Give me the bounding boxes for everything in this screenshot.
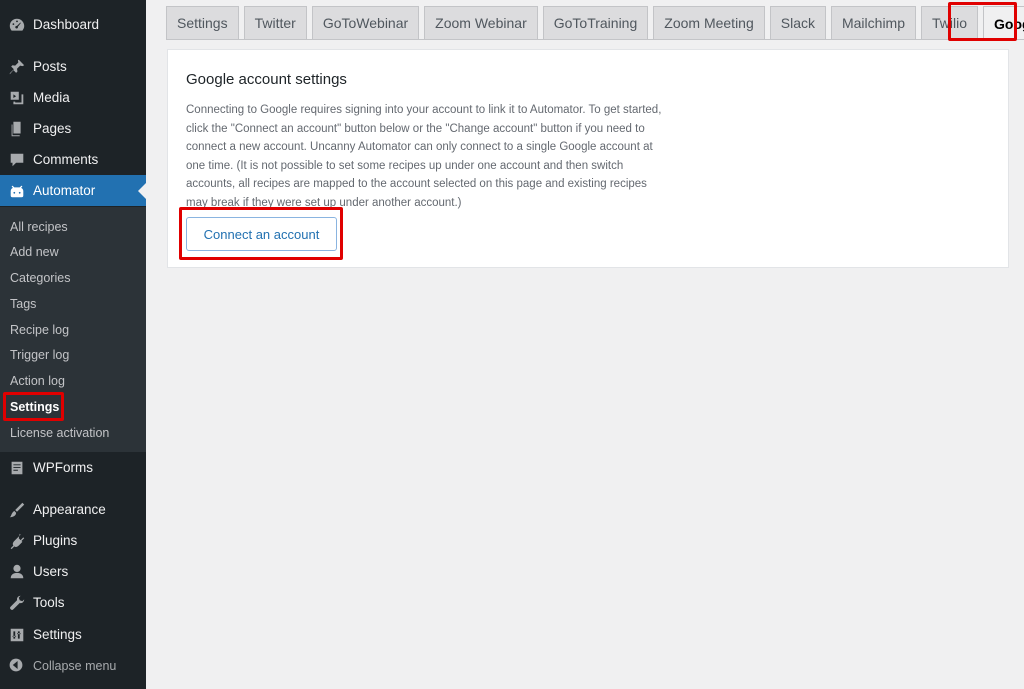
submenu-item-all-recipes[interactable]: All recipes xyxy=(10,220,68,234)
card-description: Connecting to Google requires signing in… xyxy=(186,104,662,209)
menu-item-plugins[interactable]: Plugins xyxy=(0,525,146,556)
plugin-icon xyxy=(7,531,27,551)
card-title: Google account settings xyxy=(186,71,347,88)
submenu-item-tags[interactable]: Tags xyxy=(10,297,36,311)
user-icon xyxy=(7,562,27,582)
tab-zoom-webinar[interactable]: Zoom Webinar xyxy=(424,6,538,39)
google-settings-card: Google account settings Connecting to Go… xyxy=(167,49,1009,268)
menu-item-posts[interactable]: Posts xyxy=(0,51,146,82)
tab-gototraining[interactable]: GoToTraining xyxy=(542,6,649,39)
tab-settings[interactable]: Settings xyxy=(166,6,239,39)
settings-tabs: Settings Twitter GoToWebinar Zoom Webina… xyxy=(166,6,1024,40)
menu-item-comments[interactable]: Comments xyxy=(0,144,146,175)
menu-item-dashboard[interactable]: Dashboard xyxy=(0,9,146,40)
automator-submenu: All recipes Add new Categories Tags Reci… xyxy=(0,207,146,452)
menu-label: WPForms xyxy=(33,460,93,475)
brush-icon xyxy=(7,500,27,520)
connect-account-button[interactable]: Connect an account xyxy=(186,217,337,251)
menu-item-tools[interactable]: Tools xyxy=(0,587,146,618)
menu-item-users[interactable]: Users xyxy=(0,556,146,587)
pages-icon xyxy=(7,119,27,139)
menu-label: Automator xyxy=(33,183,96,198)
submenu-item-add-new[interactable]: Add new xyxy=(10,245,59,259)
collapse-label: Collapse menu xyxy=(33,659,117,673)
collapse-menu-button[interactable]: Collapse menu xyxy=(0,654,146,678)
submenu-item-trigger-log[interactable]: Trigger log xyxy=(10,348,69,362)
menu-label: Pages xyxy=(33,121,72,136)
forms-icon xyxy=(7,458,27,478)
menu-label: Posts xyxy=(33,59,67,74)
media-icon xyxy=(7,88,27,108)
menu-label: Plugins xyxy=(33,533,78,548)
submenu-item-action-log[interactable]: Action log xyxy=(10,374,65,388)
tabs-divider xyxy=(166,39,1024,40)
menu-label: Dashboard xyxy=(33,17,100,32)
menu-item-appearance[interactable]: Appearance xyxy=(0,494,146,525)
wrench-icon xyxy=(7,593,27,613)
tab-slack[interactable]: Slack xyxy=(769,6,826,39)
menu-item-media[interactable]: Media xyxy=(0,82,146,113)
tab-gotowebinar[interactable]: GoToWebinar xyxy=(311,6,420,39)
menu-label: Comments xyxy=(33,152,99,167)
submenu-item-categories[interactable]: Categories xyxy=(10,271,70,285)
tab-zoom-meeting[interactable]: Zoom Meeting xyxy=(653,6,765,39)
settings-icon xyxy=(7,625,27,645)
tab-google[interactable]: Google xyxy=(983,6,1024,40)
menu-label: Settings xyxy=(33,627,82,642)
menu-label: Users xyxy=(33,564,69,579)
submenu-item-recipe-log[interactable]: Recipe log xyxy=(10,323,69,337)
admin-sidebar: Dashboard Posts Media Pages Comments Aut… xyxy=(0,0,146,689)
submenu-item-license-activation[interactable]: License activation xyxy=(10,426,109,440)
menu-item-automator[interactable]: Automator xyxy=(0,175,146,206)
menu-item-settings[interactable]: Settings xyxy=(0,619,146,650)
menu-item-wpforms[interactable]: WPForms xyxy=(0,452,146,483)
menu-label: Tools xyxy=(33,595,65,610)
pin-icon xyxy=(7,57,27,77)
automator-robot-icon xyxy=(7,181,27,201)
tab-twitter[interactable]: Twitter xyxy=(243,6,307,39)
menu-label: Media xyxy=(33,90,70,105)
tab-twilio[interactable]: Twilio xyxy=(921,6,979,39)
dashboard-icon xyxy=(7,15,27,35)
menu-label: Appearance xyxy=(33,502,106,517)
tab-mailchimp[interactable]: Mailchimp xyxy=(830,6,916,39)
collapse-arrow-icon xyxy=(8,657,26,675)
submenu-item-settings[interactable]: Settings xyxy=(10,400,59,414)
menu-item-pages[interactable]: Pages xyxy=(0,113,146,144)
comment-icon xyxy=(7,150,27,170)
